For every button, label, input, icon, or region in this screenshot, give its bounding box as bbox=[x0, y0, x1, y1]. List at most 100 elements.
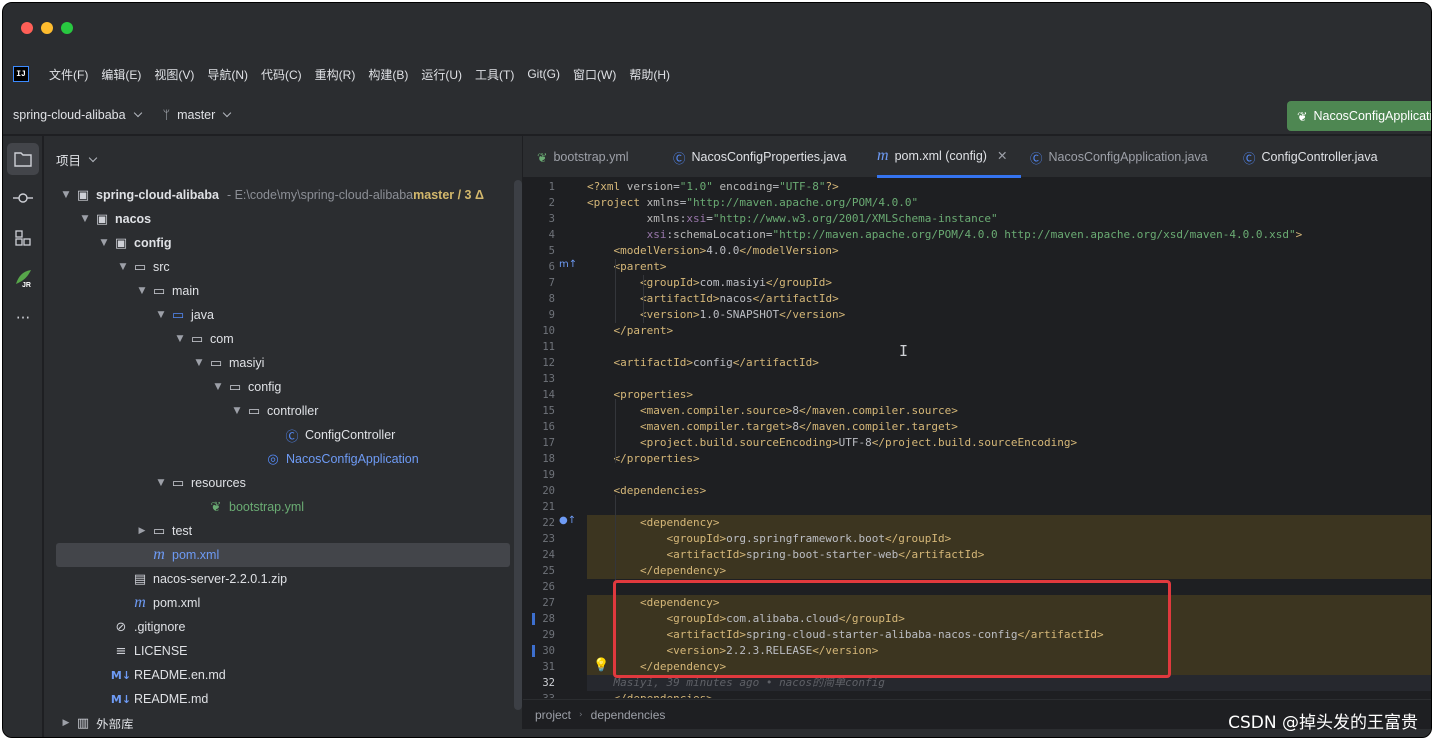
code-line[interactable] bbox=[587, 499, 1431, 515]
tree-item[interactable]: ▼ ▭ main bbox=[44, 279, 522, 303]
code-line[interactable]: </parent> bbox=[587, 323, 1431, 339]
tree-item[interactable]: ▼ ▭ resources bbox=[44, 471, 522, 495]
chevron-down-icon[interactable]: ▼ bbox=[153, 310, 169, 320]
chevron-down-icon[interactable]: ▼ bbox=[77, 214, 93, 224]
tree-item[interactable]: M↓ README.en.md bbox=[44, 663, 522, 687]
code-line[interactable]: <?xml version="1.0" encoding="UTF-8"?> bbox=[587, 179, 1431, 195]
more-tools-icon[interactable]: ··· bbox=[7, 302, 39, 334]
chevron-down-icon[interactable]: ▼ bbox=[58, 190, 74, 200]
dependency-icon[interactable]: ●↑ bbox=[559, 515, 576, 526]
code-line[interactable]: xmlns:xsi="http://www.w3.org/2001/XMLSch… bbox=[587, 211, 1431, 227]
tree-item[interactable]: ◎ NacosConfigApplication bbox=[44, 447, 522, 471]
commit-tool-button[interactable] bbox=[7, 182, 39, 214]
run-configuration-selector[interactable]: ❦ NacosConfigApplication bbox=[1287, 101, 1431, 131]
tree-item-label: resources bbox=[191, 476, 246, 490]
tree-item[interactable]: ▼ ▣ config bbox=[44, 231, 522, 255]
code-line[interactable]: </dependencies> bbox=[587, 691, 1431, 698]
code-line[interactable]: </dependency> bbox=[587, 563, 1431, 579]
code-line[interactable]: <parent> bbox=[587, 259, 1431, 275]
tree-item[interactable]: ≡ LICENSE bbox=[44, 639, 522, 663]
tree-item[interactable]: ▼ ▣ spring-cloud-alibaba - E:\code\my\sprin… bbox=[44, 183, 522, 207]
tab-nacosconfigapplication-java[interactable]: Ⓒ NacosConfigApplication.java bbox=[1030, 136, 1208, 178]
breadcrumb-item[interactable]: project bbox=[535, 708, 571, 722]
chevron-down-icon[interactable]: ▼ bbox=[153, 478, 169, 488]
close-icon[interactable]: ✕ bbox=[997, 148, 1007, 163]
menu-item[interactable]: 代码(C) bbox=[261, 66, 302, 83]
code-line[interactable]: <dependencies> bbox=[587, 483, 1431, 499]
code-line[interactable]: <project xmlns="http://maven.apache.org/… bbox=[587, 195, 1431, 211]
breadcrumb-item[interactable]: dependencies bbox=[591, 708, 666, 722]
menu-item[interactable]: 文件(F) bbox=[49, 66, 88, 83]
code-line[interactable]: <maven.compiler.target>8</maven.compiler… bbox=[587, 419, 1431, 435]
code-line[interactable]: <maven.compiler.source>8</maven.compiler… bbox=[587, 403, 1431, 419]
close-window-button[interactable] bbox=[21, 22, 33, 34]
chevron-down-icon[interactable]: ▼ bbox=[229, 406, 245, 416]
code-line[interactable]: <project.build.sourceEncoding>UTF-8</pro… bbox=[587, 435, 1431, 451]
tree-item[interactable]: m pom.xml bbox=[56, 543, 510, 567]
chevron-down-icon[interactable]: ▼ bbox=[134, 286, 150, 296]
tree-item[interactable]: ▼ ▭ com bbox=[44, 327, 522, 351]
code-line[interactable]: xsi:schemaLocation="http://maven.apache.… bbox=[587, 227, 1431, 243]
menu-item[interactable]: 窗口(W) bbox=[573, 66, 616, 83]
tree-item[interactable]: ▼ ▭ masiyi bbox=[44, 351, 522, 375]
code-line[interactable] bbox=[587, 371, 1431, 387]
code-line[interactable]: <artifactId>config</artifactId> bbox=[587, 355, 1431, 371]
chevron-down-icon[interactable]: ▼ bbox=[172, 334, 188, 344]
menu-item[interactable]: 导航(N) bbox=[207, 66, 248, 83]
code-line[interactable] bbox=[587, 467, 1431, 483]
tree-item[interactable]: M↓ README.md bbox=[44, 687, 522, 711]
code-line[interactable]: <version>1.0-SNAPSHOT</version> bbox=[587, 307, 1431, 323]
code-line[interactable]: <properties> bbox=[587, 387, 1431, 403]
tab-nacosconfigproperties-java[interactable]: Ⓒ NacosConfigProperties.java bbox=[673, 136, 846, 178]
code-line[interactable] bbox=[587, 339, 1431, 355]
code-line[interactable]: </properties> bbox=[587, 451, 1431, 467]
tree-item[interactable]: ⊘ .gitignore bbox=[44, 615, 522, 639]
jrebel-tool-button[interactable]: JR bbox=[7, 262, 39, 294]
maven-override-icon[interactable]: m↑ bbox=[559, 259, 577, 270]
menu-item[interactable]: 构建(B) bbox=[368, 66, 408, 83]
tree-item[interactable]: ❦ bootstrap.yml bbox=[44, 495, 522, 519]
code-line[interactable]: <modelVersion>4.0.0</modelVersion> bbox=[587, 243, 1431, 259]
chevron-down-icon[interactable]: ▼ bbox=[191, 358, 207, 368]
vcs-change-marker[interactable] bbox=[532, 645, 535, 657]
project-panel-header[interactable]: 项目 bbox=[56, 150, 98, 169]
project-tool-button[interactable] bbox=[7, 143, 39, 175]
code-line[interactable]: <groupId>org.springframework.boot</group… bbox=[587, 531, 1431, 547]
menu-item[interactable]: 帮助(H) bbox=[629, 66, 670, 83]
chevron-down-icon[interactable]: ▼ bbox=[210, 382, 226, 392]
tree-item[interactable]: ▤ nacos-server-2.2.0.1.zip bbox=[44, 567, 522, 591]
tree-item[interactable]: Ⓒ ConfigController bbox=[44, 423, 522, 447]
tree-item[interactable]: m pom.xml bbox=[44, 591, 522, 615]
branch-switcher[interactable]: ᛘ master bbox=[163, 107, 232, 122]
menu-item[interactable]: 工具(T) bbox=[475, 66, 514, 83]
menu-item[interactable]: 运行(U) bbox=[421, 66, 462, 83]
menu-item[interactable]: 视图(V) bbox=[154, 66, 194, 83]
menu-item[interactable]: Git(G) bbox=[527, 67, 560, 81]
tree-item[interactable]: ▼ ▭ config bbox=[44, 375, 522, 399]
tree-item[interactable]: ▼ ▭ java bbox=[44, 303, 522, 327]
tree-item[interactable]: ▼ ▭ controller bbox=[44, 399, 522, 423]
chevron-down-icon[interactable]: ▼ bbox=[115, 262, 131, 272]
chevron-right-icon[interactable]: ▶ bbox=[58, 718, 74, 728]
code-line[interactable]: <dependency> bbox=[587, 515, 1431, 531]
tree-item[interactable]: ▶ ▭ test bbox=[44, 519, 522, 543]
menu-item[interactable]: 编辑(E) bbox=[101, 66, 141, 83]
tab-pom-xml-config-[interactable]: m pom.xml (config) ✕ bbox=[877, 136, 1022, 178]
code-line[interactable]: <artifactId>spring-boot-starter-web</art… bbox=[587, 547, 1431, 563]
intention-bulb-icon[interactable]: 💡 bbox=[593, 658, 609, 673]
minimize-window-button[interactable] bbox=[41, 22, 53, 34]
vcs-change-marker[interactable] bbox=[532, 613, 535, 625]
menu-item[interactable]: 重构(R) bbox=[315, 66, 356, 83]
maximize-window-button[interactable] bbox=[61, 22, 73, 34]
scrollbar[interactable] bbox=[514, 180, 522, 710]
code-line[interactable]: <groupId>com.masiyi</groupId> bbox=[587, 275, 1431, 291]
project-switcher[interactable]: spring-cloud-alibaba bbox=[13, 108, 142, 122]
tree-item[interactable]: ▼ ▣ nacos bbox=[44, 207, 522, 231]
chevron-right-icon[interactable]: ▶ bbox=[134, 526, 150, 536]
code-line[interactable]: <artifactId>nacos</artifactId> bbox=[587, 291, 1431, 307]
tree-item[interactable]: ▼ ▭ src bbox=[44, 255, 522, 279]
chevron-down-icon[interactable]: ▼ bbox=[96, 238, 112, 248]
structure-tool-button[interactable] bbox=[7, 222, 39, 254]
tab-configcontroller-java[interactable]: Ⓒ ConfigController.java bbox=[1243, 136, 1378, 178]
tab-bootstrap-yml[interactable]: ❦ bootstrap.yml bbox=[537, 136, 629, 178]
